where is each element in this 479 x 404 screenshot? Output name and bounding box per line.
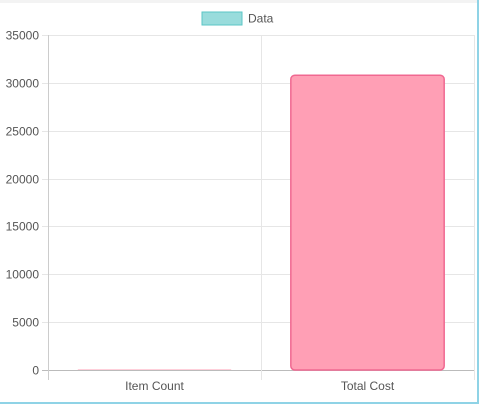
y-tick-label: 5000 [12, 316, 39, 330]
y-tick-label: 15000 [6, 220, 40, 234]
y-tick-label: 0 [32, 364, 39, 378]
y-tick-label: 20000 [6, 173, 40, 187]
bar-item-count[interactable] [77, 369, 232, 371]
y-tick-label: 35000 [6, 29, 40, 43]
bar-chart: 35000 30000 25000 20000 15000 10000 5000 0 Item … [6, 11, 475, 393]
x-tick-label: Item Count [125, 379, 184, 393]
y-tick-label: 10000 [6, 268, 40, 282]
bar-total-cost[interactable] [290, 74, 445, 371]
legend-swatch[interactable] [201, 11, 243, 26]
y-tick-label: 30000 [6, 77, 40, 91]
legend[interactable]: Data [201, 11, 274, 26]
legend-label[interactable]: Data [248, 12, 274, 26]
x-tick-label: Total Cost [341, 379, 395, 393]
y-tick-label: 25000 [6, 125, 40, 139]
